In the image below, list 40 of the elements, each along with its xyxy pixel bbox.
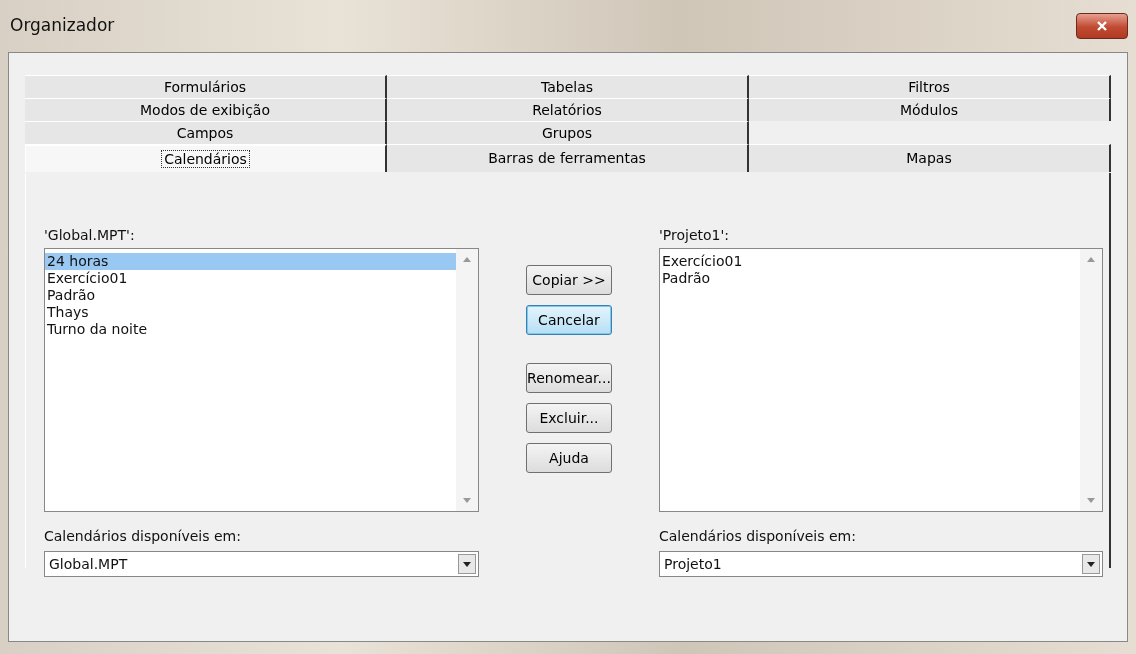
list-item[interactable]: Exercício01 [660, 253, 1080, 270]
tab[interactable]: Modos de exibição [25, 98, 387, 121]
tab[interactable]: Campos [25, 121, 387, 144]
list-item[interactable]: Padrão [45, 287, 456, 304]
dialog-button[interactable]: Renomear... [526, 363, 612, 393]
list-item[interactable]: Exercício01 [45, 270, 456, 287]
dropdown-arrow-icon [463, 561, 471, 567]
dialog-button[interactable]: Copiar >> [526, 265, 612, 295]
tab[interactable]: Barras de ferramentas [387, 144, 749, 172]
list-item[interactable]: 24 horas [45, 253, 456, 270]
combo-label: Calendários disponíveis em: [659, 527, 857, 546]
window-title: Organizador [10, 14, 115, 38]
source-dropdown[interactable]: Projeto1 [659, 551, 1103, 577]
close-button[interactable] [1076, 13, 1128, 39]
scroll-up-icon [463, 257, 471, 262]
tab[interactable]: Módulos [749, 98, 1111, 121]
scroll-down-icon [1087, 498, 1095, 503]
dialog-button[interactable]: Excluir... [526, 403, 612, 433]
scroll-up-icon [1087, 257, 1095, 262]
source-dropdown[interactable]: Global.MPT [44, 551, 479, 577]
scrollbar[interactable] [456, 249, 478, 511]
tab[interactable]: Formulários [25, 75, 387, 98]
tab[interactable]: Calendários [25, 144, 387, 172]
tab[interactable]: Mapas [749, 144, 1111, 172]
tab[interactable]: Filtros [749, 75, 1111, 98]
combo-label: Calendários disponíveis em: [44, 527, 242, 546]
tab[interactable]: Grupos [387, 121, 749, 144]
dropdown-arrow-icon [1087, 561, 1095, 567]
scrollbar[interactable] [1080, 249, 1102, 511]
close-icon [1096, 20, 1108, 32]
dialog-button[interactable]: Cancelar [526, 305, 612, 335]
list-label: 'Global.MPT': [44, 226, 136, 245]
list-item[interactable]: Thays [45, 304, 456, 321]
scroll-down-icon [463, 498, 471, 503]
tab[interactable]: Tabelas [387, 75, 749, 98]
list-label: 'Projeto1': [659, 226, 731, 245]
list-item[interactable]: Turno da noite [45, 321, 456, 338]
list-item[interactable]: Padrão [660, 270, 1080, 287]
tab[interactable]: Relatórios [387, 98, 749, 121]
dialog-button[interactable]: Ajuda [526, 443, 612, 473]
